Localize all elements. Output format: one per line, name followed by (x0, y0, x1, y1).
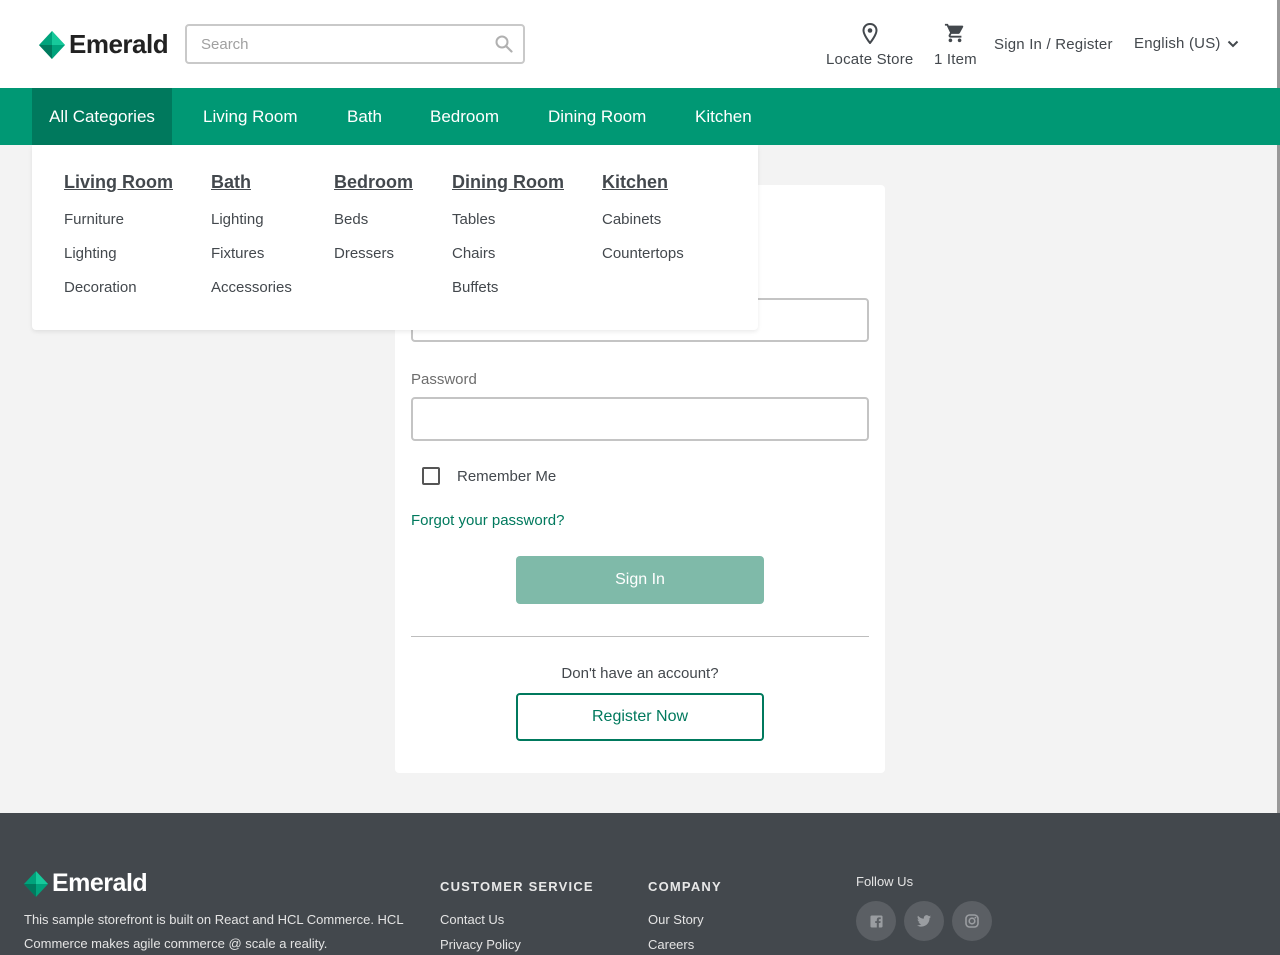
brand-logo[interactable]: Emerald (39, 29, 169, 60)
facebook-icon (869, 914, 883, 928)
mega-link[interactable]: Cabinets (602, 211, 684, 228)
nav-bedroom[interactable]: Bedroom (430, 88, 499, 145)
footer-link-contact-us[interactable]: Contact Us (440, 912, 594, 927)
footer-company: COMPANY Our Story Careers (648, 879, 722, 955)
footer-link-our-story[interactable]: Our Story (648, 912, 722, 927)
remember-me-checkbox[interactable] (422, 467, 440, 485)
mega-link[interactable]: Fixtures (211, 245, 292, 262)
instagram-button[interactable] (952, 901, 992, 941)
mega-column-dining-room: Dining Room Tables Chairs Buffets (452, 172, 564, 313)
footer-description: This sample storefront is built on React… (24, 912, 404, 951)
register-now-button[interactable]: Register Now (516, 693, 764, 741)
divider (411, 636, 869, 637)
mega-link[interactable]: Lighting (64, 245, 173, 262)
footer-column-title: COMPANY (648, 879, 722, 894)
mega-column-bath: Bath Lighting Fixtures Accessories (211, 172, 292, 313)
nav-dining-room[interactable]: Dining Room (548, 88, 646, 145)
cart-link[interactable]: 1 Item (934, 22, 977, 68)
site-footer: Emerald This sample storefront is built … (0, 813, 1280, 955)
emerald-logo-icon (39, 30, 65, 59)
footer-link-privacy-policy[interactable]: Privacy Policy (440, 937, 594, 952)
follow-us-label: Follow Us (856, 874, 914, 889)
mega-link[interactable]: Accessories (211, 279, 292, 296)
mega-column-bedroom: Bedroom Beds Dressers (334, 172, 413, 279)
mega-heading[interactable]: Bedroom (334, 172, 413, 193)
mega-link[interactable]: Decoration (64, 279, 173, 296)
sign-in-register-link[interactable]: Sign In / Register (994, 36, 1113, 53)
footer-column-title: CUSTOMER SERVICE (440, 879, 594, 894)
footer-logo[interactable]: Emerald (24, 869, 148, 898)
mega-link[interactable]: Beds (334, 211, 413, 228)
nav-living-room[interactable]: Living Room (203, 88, 298, 145)
mega-link[interactable]: Tables (452, 211, 564, 228)
footer-link-careers[interactable]: Careers (648, 937, 722, 952)
mega-heading[interactable]: Living Room (64, 172, 173, 193)
twitter-icon (917, 915, 931, 927)
mega-heading[interactable]: Dining Room (452, 172, 564, 193)
brand-name: Emerald (69, 29, 169, 59)
nav-kitchen[interactable]: Kitchen (695, 88, 752, 145)
nav-all-categories[interactable]: All Categories (32, 88, 172, 145)
footer-customer-service: CUSTOMER SERVICE Contact Us Privacy Poli… (440, 879, 594, 955)
twitter-button[interactable] (904, 901, 944, 941)
search-box (185, 24, 525, 64)
facebook-button[interactable] (856, 901, 896, 941)
instagram-icon (965, 914, 979, 928)
mega-heading[interactable]: Bath (211, 172, 292, 193)
locate-store-link[interactable]: Locate Store (826, 23, 913, 68)
password-input[interactable] (413, 399, 867, 439)
mega-link[interactable]: Countertops (602, 245, 684, 262)
language-selector[interactable]: English (US) (1134, 35, 1239, 52)
language-label: English (US) (1134, 35, 1221, 52)
password-label: Password (411, 371, 477, 388)
sign-in-button[interactable]: Sign In (516, 556, 764, 604)
mega-link[interactable]: Chairs (452, 245, 564, 262)
forgot-password-link[interactable]: Forgot your password? (411, 512, 564, 529)
shopping-cart-icon (945, 23, 964, 43)
cart-count-label: 1 Item (934, 51, 977, 68)
remember-me-label[interactable]: Remember Me (457, 468, 556, 485)
mega-column-kitchen: Kitchen Cabinets Countertops (602, 172, 684, 279)
mega-link[interactable]: Dressers (334, 245, 413, 262)
categories-mega-menu: Living Room Furniture Lighting Decoratio… (32, 145, 758, 330)
nav-bath[interactable]: Bath (347, 88, 382, 145)
mega-heading[interactable]: Kitchen (602, 172, 684, 193)
mega-link[interactable]: Buffets (452, 279, 564, 296)
locate-store-label: Locate Store (826, 51, 914, 68)
search-icon[interactable] (495, 35, 513, 53)
no-account-text: Don't have an account? (561, 665, 719, 682)
search-input[interactable] (201, 26, 491, 62)
chevron-down-icon (1227, 40, 1238, 47)
mega-link[interactable]: Furniture (64, 211, 173, 228)
password-field (411, 397, 869, 441)
category-nav: All Categories Living Room Bath Bedroom … (0, 88, 1280, 145)
mega-link[interactable]: Lighting (211, 211, 292, 228)
location-pin-icon (862, 23, 878, 44)
footer-brand-name: Emerald (52, 869, 148, 897)
mega-column-living-room: Living Room Furniture Lighting Decoratio… (64, 172, 173, 313)
site-header: Emerald Locate Store 1 Item Sign In / Re… (0, 0, 1280, 88)
emerald-logo-icon (24, 870, 48, 897)
